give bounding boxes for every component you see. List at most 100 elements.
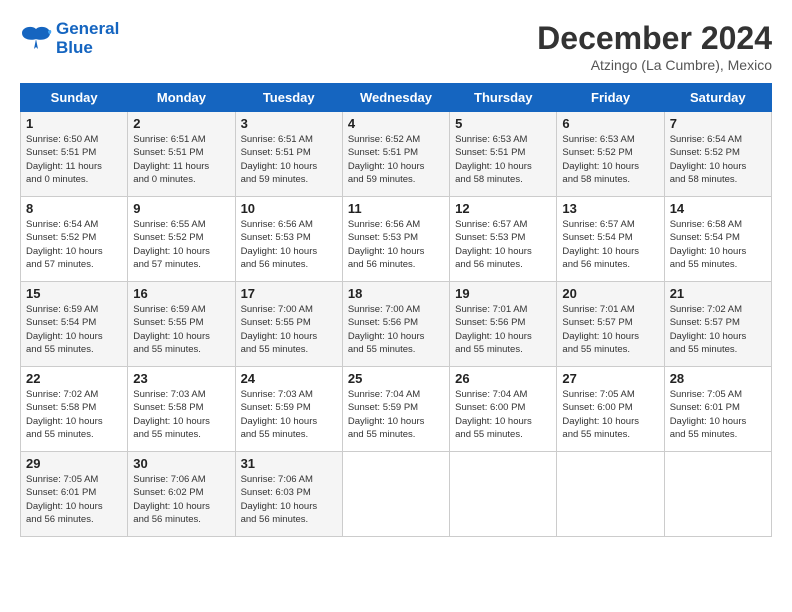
page-header: General Blue December 2024 Atzingo (La C…: [20, 20, 772, 73]
day-number: 20: [562, 286, 658, 301]
day-number: 16: [133, 286, 229, 301]
calendar-header: SundayMondayTuesdayWednesdayThursdayFrid…: [21, 84, 772, 112]
day-info: Sunrise: 6:58 AMSunset: 5:54 PMDaylight:…: [670, 218, 766, 271]
day-number: 1: [26, 116, 122, 131]
day-info: Sunrise: 6:59 AMSunset: 5:54 PMDaylight:…: [26, 303, 122, 356]
day-cell: 8 Sunrise: 6:54 AMSunset: 5:52 PMDaylight…: [21, 197, 128, 282]
day-cell: 3 Sunrise: 6:51 AMSunset: 5:51 PMDaylight…: [235, 112, 342, 197]
day-cell: 22Sunrise: 7:02 AMSunset: 5:58 PMDayligh…: [21, 367, 128, 452]
header-cell-friday: Friday: [557, 84, 664, 112]
day-info: Sunrise: 7:05 AMSunset: 6:01 PMDaylight:…: [670, 388, 766, 441]
day-info: Sunrise: 6:53 AMSunset: 5:52 PMDaylight:…: [562, 133, 658, 186]
day-info: Sunrise: 7:00 AMSunset: 5:56 PMDaylight:…: [348, 303, 444, 356]
day-cell: 20 Sunrise: 7:01 AMSunset: 5:57 PMDayligh…: [557, 282, 664, 367]
day-number: 31: [241, 456, 337, 471]
location: Atzingo (La Cumbre), Mexico: [537, 57, 772, 73]
week-row-2: 8 Sunrise: 6:54 AMSunset: 5:52 PMDaylight…: [21, 197, 772, 282]
header-cell-monday: Monday: [128, 84, 235, 112]
day-info: Sunrise: 6:57 AMSunset: 5:54 PMDaylight:…: [562, 218, 658, 271]
day-cell: 28Sunrise: 7:05 AMSunset: 6:01 PMDayligh…: [664, 367, 771, 452]
header-cell-sunday: Sunday: [21, 84, 128, 112]
day-number: 23: [133, 371, 229, 386]
day-number: 7: [670, 116, 766, 131]
day-info: Sunrise: 6:50 AMSunset: 5:51 PMDaylight:…: [26, 133, 122, 186]
day-info: Sunrise: 6:53 AMSunset: 5:51 PMDaylight:…: [455, 133, 551, 186]
week-row-5: 29 Sunrise: 7:05 AMSunset: 6:01 PMDayligh…: [21, 452, 772, 537]
day-info: Sunrise: 7:05 AMSunset: 6:01 PMDaylight:…: [26, 473, 122, 526]
day-cell: 16 Sunrise: 6:59 AMSunset: 5:55 PMDayligh…: [128, 282, 235, 367]
day-cell: [557, 452, 664, 537]
day-number: 9: [133, 201, 229, 216]
day-cell: 19Sunrise: 7:01 AMSunset: 5:56 PMDayligh…: [450, 282, 557, 367]
day-cell: 2 Sunrise: 6:51 AMSunset: 5:51 PMDaylight…: [128, 112, 235, 197]
day-cell: 21Sunrise: 7:02 AMSunset: 5:57 PMDayligh…: [664, 282, 771, 367]
day-info: Sunrise: 7:03 AMSunset: 5:59 PMDaylight:…: [241, 388, 337, 441]
day-info: Sunrise: 7:03 AMSunset: 5:58 PMDaylight:…: [133, 388, 229, 441]
day-number: 2: [133, 116, 229, 131]
header-cell-saturday: Saturday: [664, 84, 771, 112]
day-info: Sunrise: 7:04 AMSunset: 5:59 PMDaylight:…: [348, 388, 444, 441]
day-info: Sunrise: 7:01 AMSunset: 5:57 PMDaylight:…: [562, 303, 658, 356]
day-info: Sunrise: 7:06 AMSunset: 6:03 PMDaylight:…: [241, 473, 337, 526]
day-info: Sunrise: 6:54 AMSunset: 5:52 PMDaylight:…: [26, 218, 122, 271]
day-number: 27: [562, 371, 658, 386]
day-info: Sunrise: 7:06 AMSunset: 6:02 PMDaylight:…: [133, 473, 229, 526]
day-cell: [664, 452, 771, 537]
logo-text: General Blue: [56, 20, 119, 57]
header-cell-tuesday: Tuesday: [235, 84, 342, 112]
day-cell: 14 Sunrise: 6:58 AMSunset: 5:54 PMDayligh…: [664, 197, 771, 282]
header-cell-thursday: Thursday: [450, 84, 557, 112]
day-info: Sunrise: 6:51 AMSunset: 5:51 PMDaylight:…: [133, 133, 229, 186]
day-cell: 5 Sunrise: 6:53 AMSunset: 5:51 PMDaylight…: [450, 112, 557, 197]
logo: General Blue: [20, 20, 119, 57]
day-number: 14: [670, 201, 766, 216]
day-info: Sunrise: 6:56 AMSunset: 5:53 PMDaylight:…: [348, 218, 444, 271]
calendar-table: SundayMondayTuesdayWednesdayThursdayFrid…: [20, 83, 772, 537]
title-block: December 2024 Atzingo (La Cumbre), Mexic…: [537, 20, 772, 73]
header-row: SundayMondayTuesdayWednesdayThursdayFrid…: [21, 84, 772, 112]
day-number: 10: [241, 201, 337, 216]
day-cell: 23 Sunrise: 7:03 AMSunset: 5:58 PMDayligh…: [128, 367, 235, 452]
day-cell: 1 Sunrise: 6:50 AMSunset: 5:51 PMDaylight…: [21, 112, 128, 197]
day-cell: 12Sunrise: 6:57 AMSunset: 5:53 PMDayligh…: [450, 197, 557, 282]
day-cell: 9 Sunrise: 6:55 AMSunset: 5:52 PMDaylight…: [128, 197, 235, 282]
day-cell: 24 Sunrise: 7:03 AMSunset: 5:59 PMDayligh…: [235, 367, 342, 452]
day-cell: 10 Sunrise: 6:56 AMSunset: 5:53 PMDayligh…: [235, 197, 342, 282]
logo-icon: [20, 25, 52, 53]
day-number: 5: [455, 116, 551, 131]
day-number: 4: [348, 116, 444, 131]
day-cell: 26Sunrise: 7:04 AMSunset: 6:00 PMDayligh…: [450, 367, 557, 452]
day-number: 11: [348, 201, 444, 216]
day-number: 29: [26, 456, 122, 471]
day-number: 21: [670, 286, 766, 301]
day-info: Sunrise: 7:00 AMSunset: 5:55 PMDaylight:…: [241, 303, 337, 356]
day-number: 26: [455, 371, 551, 386]
day-info: Sunrise: 6:57 AMSunset: 5:53 PMDaylight:…: [455, 218, 551, 271]
day-info: Sunrise: 7:01 AMSunset: 5:56 PMDaylight:…: [455, 303, 551, 356]
day-info: Sunrise: 6:55 AMSunset: 5:52 PMDaylight:…: [133, 218, 229, 271]
day-info: Sunrise: 6:56 AMSunset: 5:53 PMDaylight:…: [241, 218, 337, 271]
day-number: 13: [562, 201, 658, 216]
day-info: Sunrise: 7:05 AMSunset: 6:00 PMDaylight:…: [562, 388, 658, 441]
day-cell: 6Sunrise: 6:53 AMSunset: 5:52 PMDaylight…: [557, 112, 664, 197]
day-cell: 25Sunrise: 7:04 AMSunset: 5:59 PMDayligh…: [342, 367, 449, 452]
day-info: Sunrise: 6:59 AMSunset: 5:55 PMDaylight:…: [133, 303, 229, 356]
day-cell: 15 Sunrise: 6:59 AMSunset: 5:54 PMDayligh…: [21, 282, 128, 367]
week-row-4: 22Sunrise: 7:02 AMSunset: 5:58 PMDayligh…: [21, 367, 772, 452]
day-info: Sunrise: 6:54 AMSunset: 5:52 PMDaylight:…: [670, 133, 766, 186]
day-cell: 4 Sunrise: 6:52 AMSunset: 5:51 PMDaylight…: [342, 112, 449, 197]
day-number: 3: [241, 116, 337, 131]
day-number: 18: [348, 286, 444, 301]
day-number: 8: [26, 201, 122, 216]
day-number: 24: [241, 371, 337, 386]
day-info: Sunrise: 6:52 AMSunset: 5:51 PMDaylight:…: [348, 133, 444, 186]
day-cell: [342, 452, 449, 537]
day-cell: 18 Sunrise: 7:00 AMSunset: 5:56 PMDayligh…: [342, 282, 449, 367]
day-cell: 29 Sunrise: 7:05 AMSunset: 6:01 PMDayligh…: [21, 452, 128, 537]
day-cell: 17Sunrise: 7:00 AMSunset: 5:55 PMDayligh…: [235, 282, 342, 367]
day-cell: 7 Sunrise: 6:54 AMSunset: 5:52 PMDaylight…: [664, 112, 771, 197]
header-cell-wednesday: Wednesday: [342, 84, 449, 112]
day-number: 15: [26, 286, 122, 301]
day-info: Sunrise: 6:51 AMSunset: 5:51 PMDaylight:…: [241, 133, 337, 186]
week-row-1: 1 Sunrise: 6:50 AMSunset: 5:51 PMDaylight…: [21, 112, 772, 197]
